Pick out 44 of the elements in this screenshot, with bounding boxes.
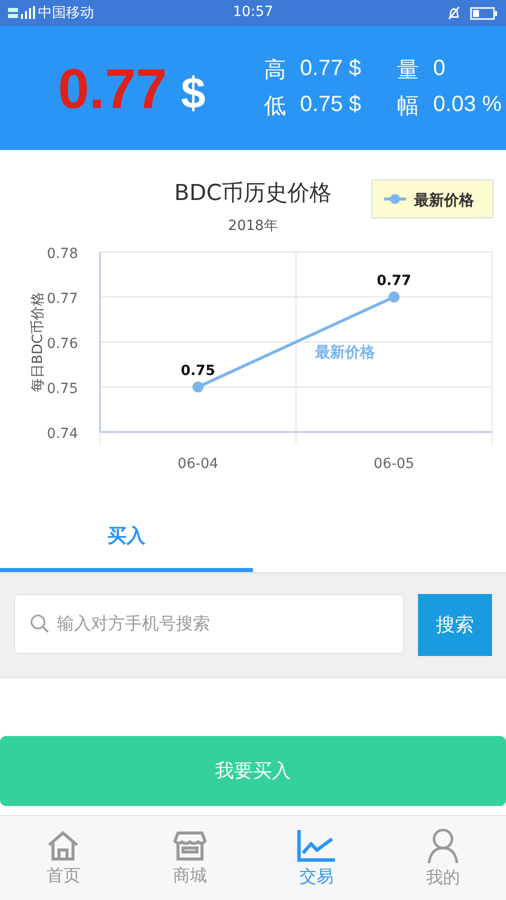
currency-symbol: $ <box>181 68 206 118</box>
axis-tick-label: 06-04 <box>178 456 218 472</box>
person-icon <box>426 828 460 864</box>
stat-label: 高 <box>264 56 286 84</box>
axis-tick-label: 0.76 <box>46 336 78 352</box>
data-point[interactable] <box>192 382 204 392</box>
line-chart-icon <box>296 828 336 862</box>
chart-subtitle: 2018年 <box>228 218 278 234</box>
search-button[interactable]: 搜索 <box>418 594 492 656</box>
axis-tick-label: 0.74 <box>46 426 78 442</box>
nav-item[interactable]: 我的 <box>380 816 506 900</box>
data-point[interactable] <box>388 292 400 302</box>
nav-item[interactable]: 商城 <box>126 816 253 900</box>
stat-value: 0.75 $ <box>300 91 362 118</box>
nav-item[interactable]: 交易 <box>253 816 380 900</box>
data-label: 0.77 <box>376 273 412 289</box>
home-icon <box>46 830 80 862</box>
stat-value: 0.77 $ <box>300 55 362 82</box>
clock-time: 10:57 <box>232 4 274 20</box>
current-price: 0.77 <box>58 56 167 120</box>
axis-tick-label: 0.77 <box>46 291 78 307</box>
series-label: 最新价格 <box>315 343 375 361</box>
axis-tick-label: 0.75 <box>46 381 78 397</box>
search-field[interactable]: 输入对方手机号搜索 <box>14 594 404 654</box>
store-icon <box>172 830 207 862</box>
data-label: 0.75 <box>180 363 216 379</box>
chart-title: BDC币历史价格 <box>174 181 332 206</box>
search-icon <box>30 614 50 634</box>
stat-label: 量 <box>397 56 420 84</box>
notification-off-icon <box>448 6 460 20</box>
axis-title: 每日BDC币价格 <box>30 292 46 392</box>
battery-icon <box>470 6 498 20</box>
chart-legend[interactable]: 最新价格 <box>372 180 494 218</box>
stat-label: 幅 <box>397 92 420 120</box>
stat-value: 0.03 % <box>433 91 502 118</box>
axis-tick-label: 06-05 <box>374 456 414 472</box>
buy-button[interactable]: 我要买入 <box>0 736 506 806</box>
stat-label: 低 <box>264 92 286 120</box>
signal-icon <box>8 6 38 20</box>
axis-tick-label: 0.78 <box>46 246 78 262</box>
carrier-name: 中国移动 <box>38 4 94 22</box>
legend-label: 最新价格 <box>413 191 475 209</box>
stat-value: 0 <box>433 55 446 82</box>
nav-item[interactable]: 首页 <box>0 816 126 900</box>
